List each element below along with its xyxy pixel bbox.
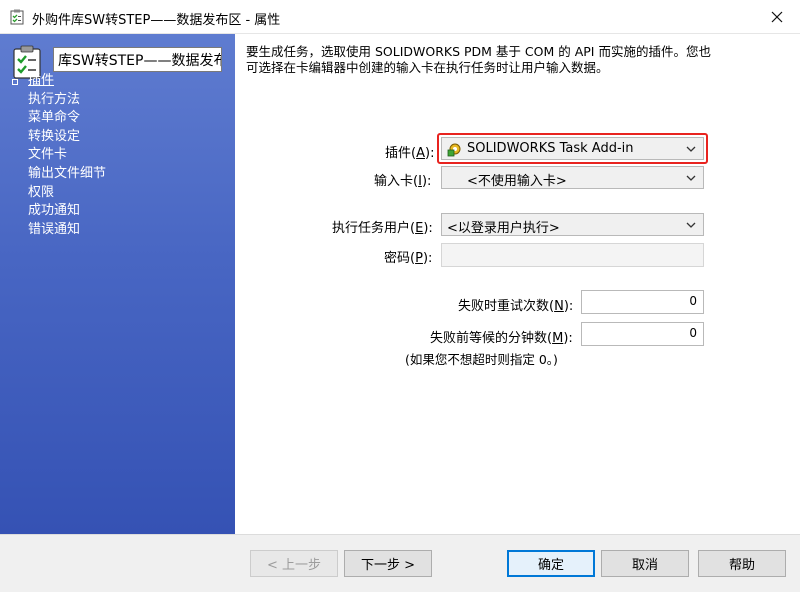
- cancel-button[interactable]: 取消: [601, 550, 689, 577]
- input-card-label: 输入卡(I):: [374, 174, 432, 189]
- description-line: 要生成任务，选取使用 SOLIDWORKS PDM 基于 COM 的 API 而…: [246, 44, 711, 59]
- input-card-dropdown[interactable]: <不使用输入卡>: [441, 166, 704, 189]
- sidebar-item-permissions[interactable]: 权限: [28, 184, 106, 203]
- close-icon: [771, 11, 783, 23]
- wait-minutes-label: 失败前等候的分钟数(M):: [430, 331, 573, 346]
- wait-minutes-value: 0: [689, 326, 697, 340]
- title-bar: 外购件库SW转STEP——数据发布区 - 属性: [0, 0, 800, 34]
- window-title: 外购件库SW转STEP——数据发布区 - 属性: [32, 13, 281, 28]
- password-field[interactable]: [441, 243, 704, 267]
- sidebar-item-menu-command[interactable]: 菜单命令: [28, 109, 106, 128]
- sidebar-item-output-file-details[interactable]: 输出文件细节: [28, 165, 106, 184]
- button-bar: < 上一步 下一步 > 确定 取消 帮助: [0, 534, 800, 592]
- description-line: 可选择在卡编辑器中创建的输入卡在执行任务时让用户输入数据。: [246, 60, 609, 75]
- retries-field[interactable]: 0: [581, 290, 704, 314]
- chevron-down-icon: [686, 175, 696, 181]
- password-label: 密码(P):: [384, 251, 433, 266]
- gear-puzzle-icon: [447, 143, 461, 157]
- sidebar-item-error-notification[interactable]: 错误通知: [28, 221, 106, 240]
- active-item-bullet: [12, 79, 18, 85]
- help-button[interactable]: 帮助: [698, 550, 786, 577]
- clipboard-check-icon: [10, 9, 24, 25]
- wait-minutes-field[interactable]: 0: [581, 322, 704, 346]
- sidebar-item-success-notification[interactable]: 成功通知: [28, 202, 106, 221]
- close-button[interactable]: [754, 0, 800, 34]
- task-name-field[interactable]: 库SW转STEP——数据发布区: [53, 47, 222, 72]
- next-button[interactable]: 下一步 >: [344, 550, 432, 577]
- page-description: 要生成任务，选取使用 SOLIDWORKS PDM 基于 COM 的 API 而…: [246, 44, 716, 76]
- sidebar-item-conversion-settings[interactable]: 转换设定: [28, 128, 106, 147]
- sidebar-item-plugin[interactable]: 插件: [28, 72, 106, 91]
- run-as-user-value: <以登录用户执行>: [447, 221, 560, 236]
- back-button[interactable]: < 上一步: [250, 550, 338, 577]
- plugin-dropdown[interactable]: SOLIDWORKS Task Add-in: [441, 137, 704, 160]
- chevron-down-icon: [686, 222, 696, 228]
- sidebar-item-file-card[interactable]: 文件卡: [28, 146, 106, 165]
- retries-value: 0: [689, 294, 697, 308]
- sidebar-item-execution-method[interactable]: 执行方法: [28, 91, 106, 110]
- run-as-user-dropdown[interactable]: <以登录用户执行>: [441, 213, 704, 236]
- ok-button[interactable]: 确定: [507, 550, 595, 577]
- chevron-down-icon: [686, 146, 696, 152]
- timeout-note: (如果您不想超时则指定 0。): [405, 352, 558, 367]
- plugin-value: SOLIDWORKS Task Add-in: [467, 141, 634, 156]
- sidebar-nav: 插件 执行方法 菜单命令 转换设定 文件卡 输出文件细节 权限 成功通知 错误通…: [28, 72, 106, 239]
- retries-label: 失败时重试次数(N):: [458, 299, 574, 314]
- plugin-label: 插件(A):: [385, 146, 435, 161]
- run-as-user-label: 执行任务用户(E):: [332, 221, 433, 236]
- input-card-value: <不使用输入卡>: [467, 174, 567, 189]
